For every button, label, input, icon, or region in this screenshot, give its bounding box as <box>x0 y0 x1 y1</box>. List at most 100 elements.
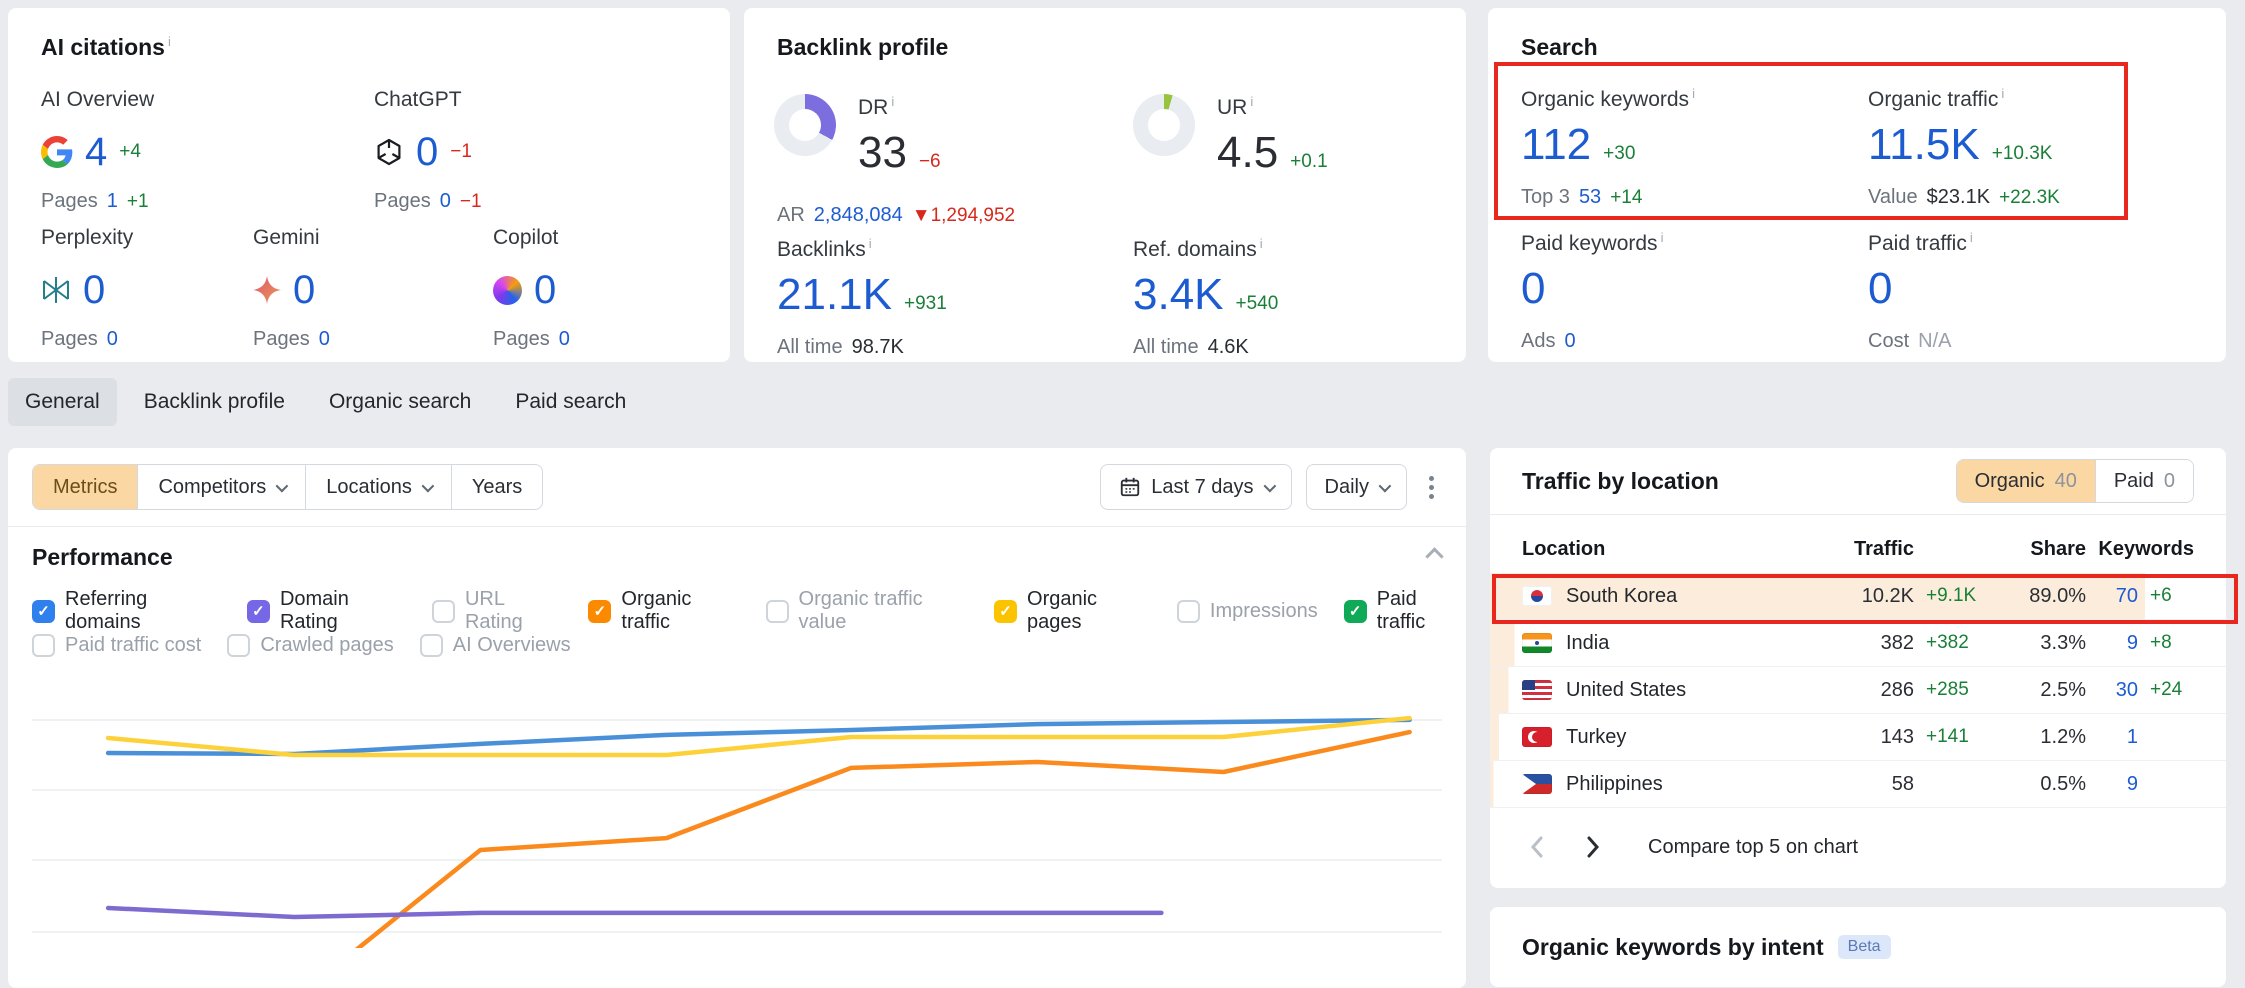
pages-delta: +1 <box>127 191 149 213</box>
divider <box>8 526 1466 527</box>
keywords-value[interactable]: 9 <box>2086 773 2138 796</box>
pages-value[interactable]: 0 <box>440 190 451 213</box>
organic-keywords-value[interactable]: 112 <box>1521 120 1591 170</box>
info-icon[interactable]: i <box>1970 230 1973 245</box>
checkbox-url-rating[interactable]: URL Rating <box>432 588 562 634</box>
checkbox-organic-traffic[interactable]: ✓Organic traffic <box>588 588 739 634</box>
table-row-philippines[interactable]: Philippines 58 0.5% 9 <box>1490 761 2226 808</box>
search-title: Search <box>1521 34 1598 61</box>
traffic-by-location-card: Traffic by location Organic 40 Paid 0 Lo… <box>1490 448 2226 888</box>
date-range-dropdown[interactable]: Last 7 days <box>1100 464 1291 510</box>
info-icon[interactable]: i <box>1661 230 1664 245</box>
united-states-flag-icon <box>1522 680 1552 700</box>
pages-value[interactable]: 0 <box>319 328 330 351</box>
keywords-value[interactable]: 1 <box>2086 726 2138 749</box>
ai-overview-value[interactable]: 4 <box>85 130 107 175</box>
copilot-value[interactable]: 0 <box>534 268 556 313</box>
ar-delta: ▼1,294,952 <box>912 205 1015 227</box>
more-options-kebab-icon[interactable] <box>1421 468 1442 507</box>
table-row-india[interactable]: India 382 +382 3.3% 9 +8 <box>1490 620 2226 667</box>
copilot-icon <box>493 276 522 305</box>
prev-page-chevron-icon[interactable] <box>1522 832 1552 862</box>
checkbox-crawled-pages[interactable]: Crawled pages <box>227 634 393 657</box>
traffic-value: 10.2K <box>1818 585 1914 608</box>
tab-general[interactable]: General <box>8 378 117 426</box>
cost-label: Cost <box>1868 330 1909 353</box>
calendar-icon <box>1119 476 1141 498</box>
checkbox-paid-traffic-cost[interactable]: Paid traffic cost <box>32 634 201 657</box>
toggle-organic[interactable]: Organic 40 <box>1957 460 2095 502</box>
ref-domains-value[interactable]: 3.4K <box>1133 270 1224 320</box>
column-share[interactable]: Share <box>1990 538 2086 561</box>
paid-traffic-value[interactable]: 0 <box>1868 264 1892 314</box>
column-traffic[interactable]: Traffic <box>1818 538 1914 561</box>
locations-dropdown[interactable]: Locations <box>306 465 452 509</box>
info-icon[interactable]: i <box>1250 94 1253 109</box>
performance-line-chart[interactable] <box>32 690 1442 948</box>
info-icon[interactable]: i <box>168 34 171 49</box>
granularity-dropdown[interactable]: Daily <box>1306 464 1407 510</box>
column-location[interactable]: Location <box>1522 538 1818 561</box>
organic-traffic-value[interactable]: 11.5K <box>1868 120 1980 170</box>
info-icon[interactable]: i <box>1260 236 1263 251</box>
share-value: 1.2% <box>1990 726 2086 749</box>
keywords-delta: +8 <box>2138 632 2194 654</box>
keywords-value[interactable]: 70 <box>2086 585 2138 608</box>
chatgpt-value[interactable]: 0 <box>416 130 438 175</box>
perplexity-label: Perplexity <box>41 226 271 250</box>
info-icon[interactable]: i <box>2001 86 2004 101</box>
backlinks-value[interactable]: 21.1K <box>777 270 892 320</box>
checkbox-organic-pages[interactable]: ✓Organic pages <box>994 588 1151 634</box>
column-keywords[interactable]: Keywords <box>2086 538 2194 561</box>
ur-value: 4.5 <box>1217 128 1278 178</box>
years-button[interactable]: Years <box>452 465 542 509</box>
ar-value[interactable]: 2,848,084 <box>814 204 903 227</box>
checkbox-ai-overviews[interactable]: AI Overviews <box>420 634 571 657</box>
checkbox-impressions[interactable]: Impressions <box>1177 600 1318 623</box>
checkbox-referring-domains[interactable]: ✓Referring domains <box>32 588 221 634</box>
pages-value[interactable]: 0 <box>107 328 118 351</box>
ref-domains-label: Ref. domainsi <box>1133 236 1278 262</box>
info-icon[interactable]: i <box>891 94 894 109</box>
keywords-value[interactable]: 30 <box>2086 679 2138 702</box>
traffic-delta: +141 <box>1914 726 1990 748</box>
table-row-south-korea[interactable]: South Korea 10.2K +9.1K 89.0% 70 +6 <box>1490 573 2226 620</box>
table-row-turkey[interactable]: Turkey 143 +141 1.2% 1 <box>1490 714 2226 761</box>
top3-value[interactable]: 53 <box>1579 186 1601 209</box>
tab-paid-search[interactable]: Paid search <box>498 378 643 426</box>
pages-value[interactable]: 1 <box>107 190 118 213</box>
chevron-down-icon <box>276 479 289 492</box>
info-icon[interactable]: i <box>869 236 872 251</box>
info-icon[interactable]: i <box>1692 86 1695 101</box>
performance-title: Performance <box>32 544 173 571</box>
intent-title: Organic keywords by intent <box>1522 934 1824 961</box>
checkbox-paid-traffic[interactable]: ✓Paid traffic <box>1344 588 1466 634</box>
chatgpt-label: ChatGPT <box>374 88 604 112</box>
tab-organic-search[interactable]: Organic search <box>312 378 488 426</box>
tab-backlink-profile[interactable]: Backlink profile <box>127 378 302 426</box>
next-page-chevron-icon[interactable] <box>1578 832 1608 862</box>
metrics-button[interactable]: Metrics <box>33 465 138 509</box>
gemini-label: Gemini <box>253 226 483 250</box>
perplexity-value[interactable]: 0 <box>83 268 105 313</box>
keywords-value[interactable]: 9 <box>2086 632 2138 655</box>
top3-label: Top 3 <box>1521 186 1570 209</box>
checkbox-organic-traffic-value[interactable]: Organic traffic value <box>766 588 968 634</box>
gemini-value[interactable]: 0 <box>293 268 315 313</box>
paid-traffic-metric: Paid traffici 0 Cost N/A <box>1868 230 1973 353</box>
competitors-dropdown[interactable]: Competitors <box>138 465 306 509</box>
checkbox-domain-rating[interactable]: ✓Domain Rating <box>247 588 406 634</box>
table-row-united-states[interactable]: United States 286 +285 2.5% 30 +24 <box>1490 667 2226 714</box>
performance-card: Metrics Competitors Locations Years Last… <box>8 448 1466 988</box>
india-flag-icon <box>1522 633 1552 653</box>
collapse-chevron-up-icon[interactable] <box>1424 546 1444 560</box>
compare-top5-link[interactable]: Compare top 5 on chart <box>1648 836 1858 859</box>
cost-value: N/A <box>1918 330 1951 353</box>
pages-value[interactable]: 0 <box>559 328 570 351</box>
value-label: Value <box>1868 186 1918 209</box>
toggle-paid[interactable]: Paid 0 <box>2095 460 2193 502</box>
organic-traffic-delta: +10.3K <box>1992 143 2053 165</box>
traffic-delta: +382 <box>1914 632 1990 654</box>
paid-keywords-value[interactable]: 0 <box>1521 264 1545 314</box>
ads-value[interactable]: 0 <box>1564 330 1575 353</box>
